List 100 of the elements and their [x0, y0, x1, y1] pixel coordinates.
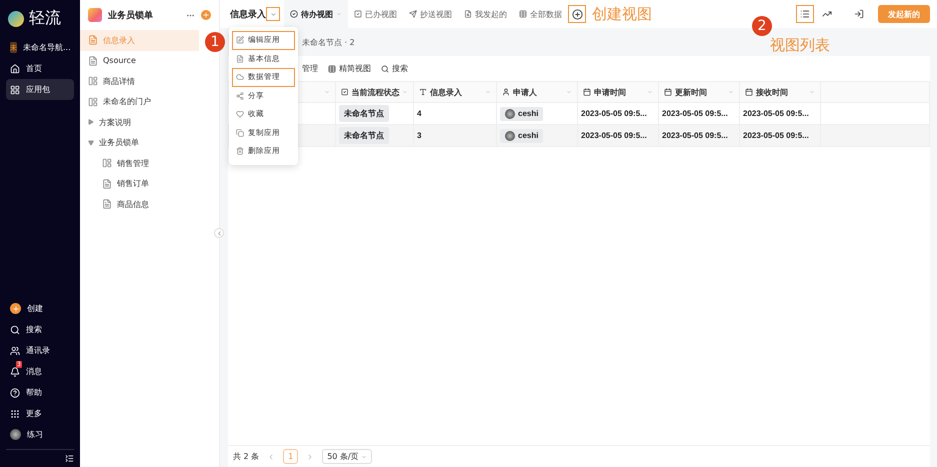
people-icon — [10, 346, 20, 356]
avatar-icon — [10, 429, 21, 440]
table-cell: 未命名节点 — [336, 125, 414, 147]
bell-icon — [10, 366, 20, 376]
sidebar-item[interactable]: 业务员锁单 — [80, 132, 219, 153]
file-search-icon — [464, 10, 472, 18]
sidebar-item[interactable]: Qsource — [80, 50, 219, 71]
view-tab[interactable]: 我发起的 — [458, 0, 513, 28]
layout-icon — [102, 158, 112, 168]
view-tab[interactable]: 已办视图 — [348, 0, 403, 28]
column-header[interactable]: 更新时间 — [659, 81, 740, 103]
table-cell: 3 — [414, 125, 497, 147]
toolbar-button[interactable]: 管理 — [302, 63, 318, 74]
view-tab[interactable]: 待办视图 — [284, 0, 348, 28]
layout-icon — [88, 76, 98, 86]
toolbar-button[interactable]: 搜索 — [381, 63, 408, 74]
collapse-icon[interactable] — [65, 454, 74, 463]
calendar-icon — [745, 88, 753, 96]
column-header[interactable]: 申请人 — [497, 81, 578, 103]
app-logo-icon — [88, 8, 102, 22]
edit-icon — [236, 36, 244, 44]
table-cell: ceshi — [497, 125, 578, 147]
home-icon — [10, 64, 20, 74]
step-badge: 2 — [752, 16, 772, 36]
sidebar-item[interactable]: 销售管理 — [80, 153, 219, 174]
nav-item[interactable]: 更多 — [6, 403, 74, 424]
callout-label: 视图列表 — [770, 36, 830, 55]
column-header[interactable]: 接收时间 — [740, 81, 821, 103]
nav-item[interactable]: 搜索 — [6, 319, 74, 340]
copy-icon — [236, 128, 244, 137]
nav-item[interactable]: 应用包 — [6, 79, 74, 100]
column-header[interactable]: 申请时间 — [578, 81, 659, 103]
table-cell: ceshi — [497, 103, 578, 125]
total-count: 共 2 条 — [233, 451, 260, 462]
table-cell: 未命名节点 — [336, 103, 414, 125]
document-icon — [88, 35, 98, 46]
caret-icon — [336, 11, 342, 17]
app-title: 业务员锁单 — [108, 9, 154, 22]
layout-icon — [88, 96, 98, 107]
trash-icon — [236, 147, 244, 156]
table-cell: 2023-05-05 09:5... — [578, 125, 659, 147]
page-size-select[interactable]: 50 条/页 — [322, 449, 372, 464]
sidebar-item[interactable]: 未命名的门户 — [80, 92, 219, 112]
cloud-icon — [236, 73, 244, 82]
heart-icon — [236, 110, 244, 118]
checkbox-icon — [341, 88, 348, 96]
check-circle-icon — [290, 10, 298, 18]
nav-item[interactable]: 通讯录 — [6, 340, 74, 361]
table-cell: 2023-05-05 09:5... — [659, 103, 740, 125]
table-cell: 2023-05-05 09:5... — [740, 103, 821, 125]
table-icon — [519, 10, 527, 18]
export-icon — [854, 9, 864, 19]
document-icon — [236, 54, 244, 63]
table-cell: 2023-05-05 09:5... — [578, 103, 659, 125]
search-icon — [381, 64, 389, 72]
sidebar-item[interactable]: 商品详情 — [80, 71, 219, 92]
column-header[interactable]: 信息录入 — [414, 81, 497, 103]
column-header[interactable]: 当前流程状态 — [336, 81, 414, 103]
view-tab[interactable]: 全部数据 — [513, 0, 568, 28]
caret-icon — [88, 119, 94, 126]
breadcrumb: 未命名节点 · 2 — [302, 36, 355, 48]
help-icon — [10, 388, 20, 398]
caret-icon — [88, 140, 94, 146]
nav-item[interactable]: 帮助 — [6, 382, 74, 403]
caret-icon — [809, 89, 815, 95]
checkbox-icon — [354, 10, 362, 18]
trend-chart-icon — [822, 9, 832, 19]
table-icon — [328, 64, 336, 72]
sidebar-item[interactable]: 商品信息 — [80, 194, 219, 214]
step-badge: 1 — [205, 32, 225, 52]
caret-icon — [270, 10, 276, 18]
sidebar-item[interactable]: 销售订单 — [80, 174, 219, 194]
share-icon — [236, 92, 244, 100]
nav-item[interactable]: 首页 — [6, 58, 74, 79]
table-cell: 2023-05-05 09:5... — [740, 125, 821, 147]
plus-circle-icon — [572, 8, 582, 20]
caret-icon — [402, 89, 408, 95]
chevron-left-icon — [216, 230, 222, 236]
caret-icon — [647, 89, 653, 95]
view-tab[interactable]: 抄送视图 — [403, 0, 458, 28]
add-view-button[interactable] — [568, 5, 586, 23]
sidebar-item[interactable]: 方案说明 — [80, 112, 219, 132]
calendar-icon — [664, 88, 672, 96]
caret-icon — [728, 89, 734, 95]
nav-item[interactable]: 创建 — [6, 298, 74, 319]
text-icon — [419, 88, 427, 96]
grid-icon — [10, 84, 20, 94]
nav-item[interactable]: 练习 — [6, 424, 74, 445]
document-icon — [102, 199, 112, 210]
callout-label: 创建视图 — [592, 4, 652, 24]
document-icon — [102, 178, 112, 189]
logo-icon — [8, 10, 24, 26]
table-cell: 4 — [414, 103, 497, 125]
caret-icon — [324, 89, 330, 95]
search-icon — [10, 324, 20, 334]
logo-text: 轻流 — [29, 8, 61, 29]
toolbar-button[interactable]: 精简视图 — [328, 63, 371, 74]
user-icon — [502, 88, 510, 96]
send-icon — [409, 10, 417, 18]
caret-icon — [360, 454, 367, 460]
